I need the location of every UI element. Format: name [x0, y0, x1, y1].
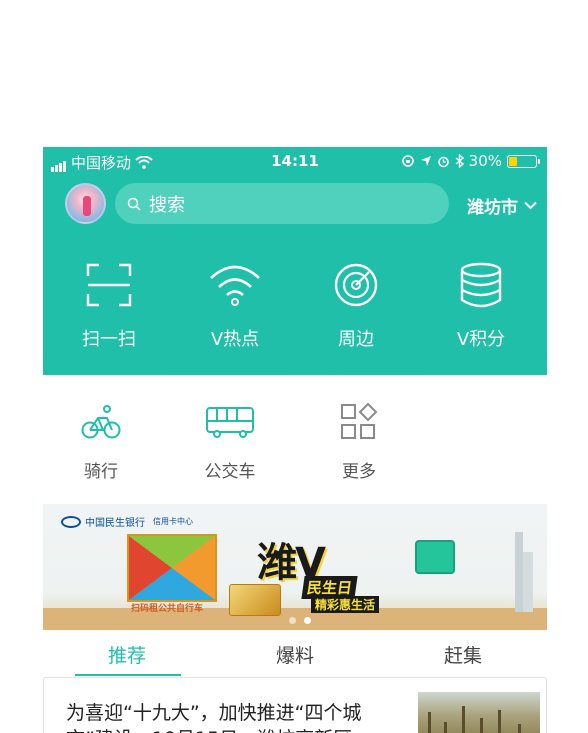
status-bar: 中国移动 14:11 30% [43, 147, 547, 175]
service-label: 骑行 [84, 462, 118, 482]
quick-action-scan[interactable]: 扫一扫 [46, 259, 172, 351]
service-label: 公交车 [204, 462, 256, 482]
location-icon [420, 156, 431, 166]
board-text: 扫码租公共自行车 [131, 604, 204, 614]
promo-banner[interactable]: 中国民生银行 信用卡中心 扫码租公共自行车 潍V 民生日 精彩惠生活 [43, 504, 547, 630]
service-cycling[interactable]: 骑行 [43, 401, 159, 482]
carousel-dot[interactable] [289, 617, 296, 624]
bike-rental-board: 扫码租公共自行车 [127, 534, 217, 614]
service-bus[interactable]: 公交车 [172, 401, 288, 482]
banner-headline: 潍V 民生日 精彩惠生活 [253, 520, 403, 613]
chevron-down-icon [524, 201, 537, 210]
shopping-bag-image [415, 540, 455, 574]
more-grid-icon [341, 403, 378, 439]
rotation-lock-icon [401, 155, 414, 167]
avatar[interactable] [65, 183, 106, 224]
quick-action-label: 扫一扫 [82, 329, 136, 350]
carousel-dots [289, 617, 311, 624]
alarm-icon [437, 156, 449, 167]
active-tab-indicator [75, 674, 181, 676]
wifi-icon [210, 265, 260, 306]
bicycle-icon [81, 405, 121, 439]
carousel-dot-active[interactable] [304, 617, 311, 624]
radar-icon [334, 263, 378, 307]
search-icon [127, 197, 141, 211]
search-placeholder: 搜索 [149, 194, 185, 216]
battery-icon [507, 154, 540, 168]
bank-name: 中国民生银行 [85, 518, 145, 529]
services-row: 骑行 公交车 更多 [43, 401, 547, 482]
quick-actions: 扫一扫 V热点 周边 V积分 [43, 259, 547, 351]
article-thumbnail [418, 692, 540, 733]
scan-icon [86, 263, 132, 307]
service-label: 更多 [342, 462, 376, 482]
feed-tabs: 推荐 爆料 赶集 [43, 633, 547, 677]
battery-percent: 30% [468, 152, 502, 170]
city-selector[interactable]: 潍坊市 [467, 193, 537, 218]
tab-market[interactable]: 赶集 [379, 641, 547, 668]
service-more[interactable]: 更多 [301, 401, 417, 482]
bluetooth-icon [455, 154, 464, 168]
quick-action-points[interactable]: V积分 [418, 259, 544, 351]
bank-department: 信用卡中心 [153, 517, 193, 526]
quick-action-label: 周边 [338, 329, 374, 350]
phone-screen: 中国移动 14:11 30% 搜索 潍坊市 扫一扫 V热点 周边 V积分 骑行 … [43, 147, 547, 733]
bus-icon [206, 407, 254, 438]
quick-action-label: V热点 [210, 329, 260, 350]
quick-action-hotspot[interactable]: V热点 [172, 259, 298, 351]
tab-tips[interactable]: 爆料 [211, 641, 379, 668]
top-bar: 搜索 潍坊市 [43, 181, 547, 225]
article-card[interactable]: 为喜迎“十九大”，加快推进“四个城市”建设，10月15日，潍坊高新区 [43, 677, 547, 733]
city-label: 潍坊市 [467, 198, 518, 218]
skyline-image [515, 532, 523, 612]
tab-recommended[interactable]: 推荐 [43, 641, 211, 668]
coins-icon [460, 262, 502, 308]
article-title: 为喜迎“十九大”，加快推进“四个城市”建设，10月15日，潍坊高新区 [66, 702, 362, 733]
search-bar[interactable]: 搜索 [115, 183, 449, 224]
skyline-image [523, 552, 533, 612]
bank-logo: 中国民生银行 信用卡中心 [61, 514, 193, 529]
quick-action-label: V积分 [456, 329, 506, 350]
banner-subtitle-2: 精彩惠生活 [311, 596, 380, 613]
header-curve [43, 347, 547, 372]
quick-action-nearby[interactable]: 周边 [293, 259, 419, 351]
